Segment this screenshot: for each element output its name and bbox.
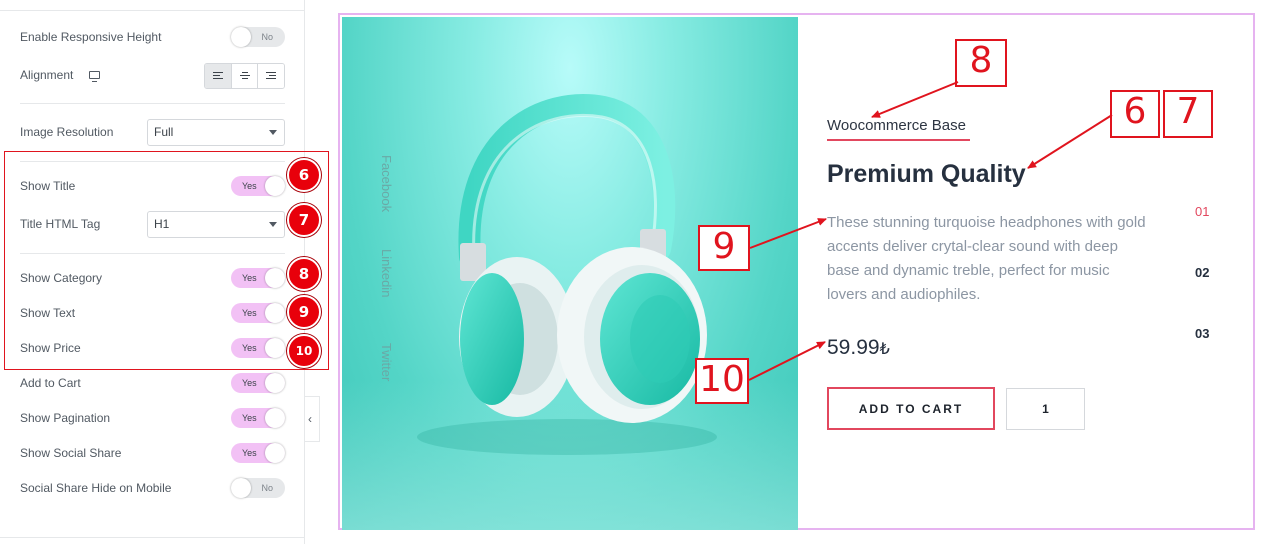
arrow-9: [749, 218, 827, 249]
arrow-8: [871, 81, 959, 118]
annotation-arrows: [748, 81, 1113, 381]
arrow-6-7: [1027, 114, 1113, 169]
arrow-10: [748, 341, 826, 381]
